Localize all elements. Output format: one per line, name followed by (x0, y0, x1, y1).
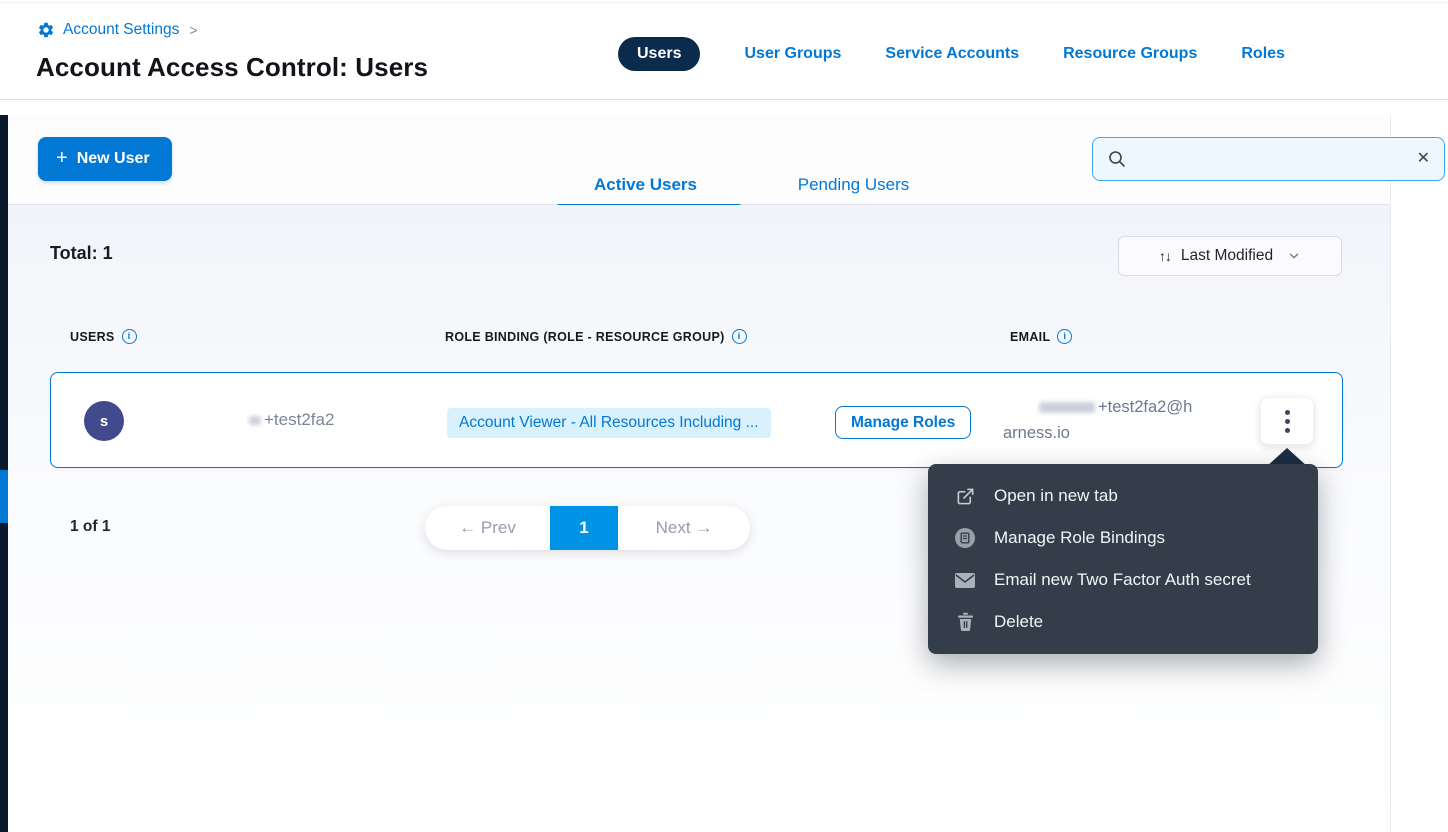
nav-item-resource-groups[interactable]: Resource Groups (1063, 45, 1197, 63)
role-binding-chip[interactable]: Account Viewer - All Resources Including… (447, 408, 771, 438)
search-clear-icon[interactable]: ✕ (1417, 151, 1430, 167)
menu-item-email-two-factor-secret[interactable]: Email new Two Factor Auth secret (928, 559, 1318, 601)
breadcrumb-label[interactable]: Account Settings (63, 21, 179, 39)
nav-item-users[interactable]: Users (618, 37, 700, 71)
trash-icon (953, 612, 977, 632)
kebab-icon (1285, 410, 1290, 415)
avatar: s (84, 401, 124, 441)
role-bindings-icon (953, 527, 977, 549)
email-line2: arness.io (1003, 424, 1070, 442)
column-header-role-binding: ROLE BINDING (ROLE - RESOURCE GROUP) i (445, 329, 747, 344)
search-icon (1107, 149, 1127, 169)
info-icon[interactable]: i (732, 329, 747, 344)
app-window: Account Settings > Account Access Contro… (0, 0, 1448, 832)
user-name-text: +test2fa2 (264, 410, 334, 430)
user-email: +test2fa2@h arness.io (1003, 394, 1259, 446)
column-header-email: EMAIL i (1010, 329, 1072, 344)
row-options-menu-button[interactable] (1260, 397, 1314, 445)
new-user-button-label: New User (77, 150, 150, 168)
redacted-email-prefix (1039, 402, 1095, 413)
sort-dropdown[interactable]: ↑↓ Last Modified (1118, 236, 1342, 276)
breadcrumb-separator: > (189, 22, 197, 38)
sort-dropdown-value: Last Modified (1181, 247, 1273, 265)
envelope-icon (953, 573, 977, 588)
info-icon[interactable]: i (122, 329, 137, 344)
breadcrumb[interactable]: Account Settings > (37, 21, 198, 39)
sidebar-active-indicator (0, 470, 8, 523)
new-user-button[interactable]: + New User (38, 137, 172, 181)
column-header-email-label: EMAIL (1010, 330, 1050, 344)
page-info: 1 of 1 (70, 518, 110, 536)
plus-icon: + (56, 148, 68, 168)
arrow-right-icon: → (695, 518, 712, 537)
arrow-left-icon: ← (459, 518, 476, 537)
top-divider (0, 2, 1448, 3)
prev-page-button[interactable]: ← Prev (425, 506, 550, 550)
nav-item-service-accounts[interactable]: Service Accounts (885, 45, 1019, 63)
prev-label: Prev (481, 518, 516, 537)
info-icon[interactable]: i (1057, 329, 1072, 344)
email-line1: +test2fa2@h (1098, 394, 1192, 420)
search-input[interactable] (1137, 151, 1407, 168)
tab-pending-users[interactable]: Pending Users (772, 175, 935, 195)
sort-arrows-icon: ↑↓ (1159, 248, 1171, 264)
context-menu: Open in new tab Manage Role Bindings Ema… (928, 464, 1318, 654)
column-header-role-binding-label: ROLE BINDING (ROLE - RESOURCE GROUP) (445, 330, 725, 344)
column-header-users-label: USERS (70, 330, 115, 344)
top-nav: Users User Groups Service Accounts Resou… (618, 37, 1285, 71)
total-count: Total: 1 (50, 243, 113, 264)
nav-item-user-groups[interactable]: User Groups (744, 45, 841, 63)
menu-item-label: Delete (994, 612, 1043, 632)
redacted-name-prefix (249, 416, 261, 425)
right-panel-gutter (1390, 115, 1448, 832)
user-name: +test2fa2 (249, 410, 334, 430)
sidebar-collapsed-strip[interactable] (0, 115, 8, 832)
search-box: ✕ (1092, 137, 1445, 181)
menu-item-label: Manage Role Bindings (994, 528, 1165, 548)
page-number-button[interactable]: 1 (550, 506, 618, 550)
page-title: Account Access Control: Users (36, 52, 428, 83)
menu-item-label: Open in new tab (994, 486, 1118, 506)
next-page-button[interactable]: Next → (618, 506, 750, 550)
menu-item-open-in-new-tab[interactable]: Open in new tab (928, 475, 1318, 517)
page-header: Account Settings > Account Access Contro… (0, 0, 1448, 100)
chevron-down-icon (1287, 249, 1301, 263)
manage-roles-button[interactable]: Manage Roles (835, 406, 971, 439)
tab-active-users[interactable]: Active Users (549, 175, 742, 207)
next-label: Next (656, 518, 691, 537)
external-link-icon (953, 487, 977, 506)
gear-icon (37, 21, 55, 39)
menu-item-delete[interactable]: Delete (928, 601, 1318, 643)
pagination: ← Prev 1 Next → (425, 506, 750, 550)
column-header-users: USERS i (70, 329, 137, 344)
menu-item-manage-role-bindings[interactable]: Manage Role Bindings (928, 517, 1318, 559)
menu-item-label: Email new Two Factor Auth secret (994, 570, 1251, 590)
nav-item-roles[interactable]: Roles (1241, 45, 1285, 63)
table-row[interactable]: s +test2fa2 Account Viewer - All Resourc… (50, 372, 1343, 468)
